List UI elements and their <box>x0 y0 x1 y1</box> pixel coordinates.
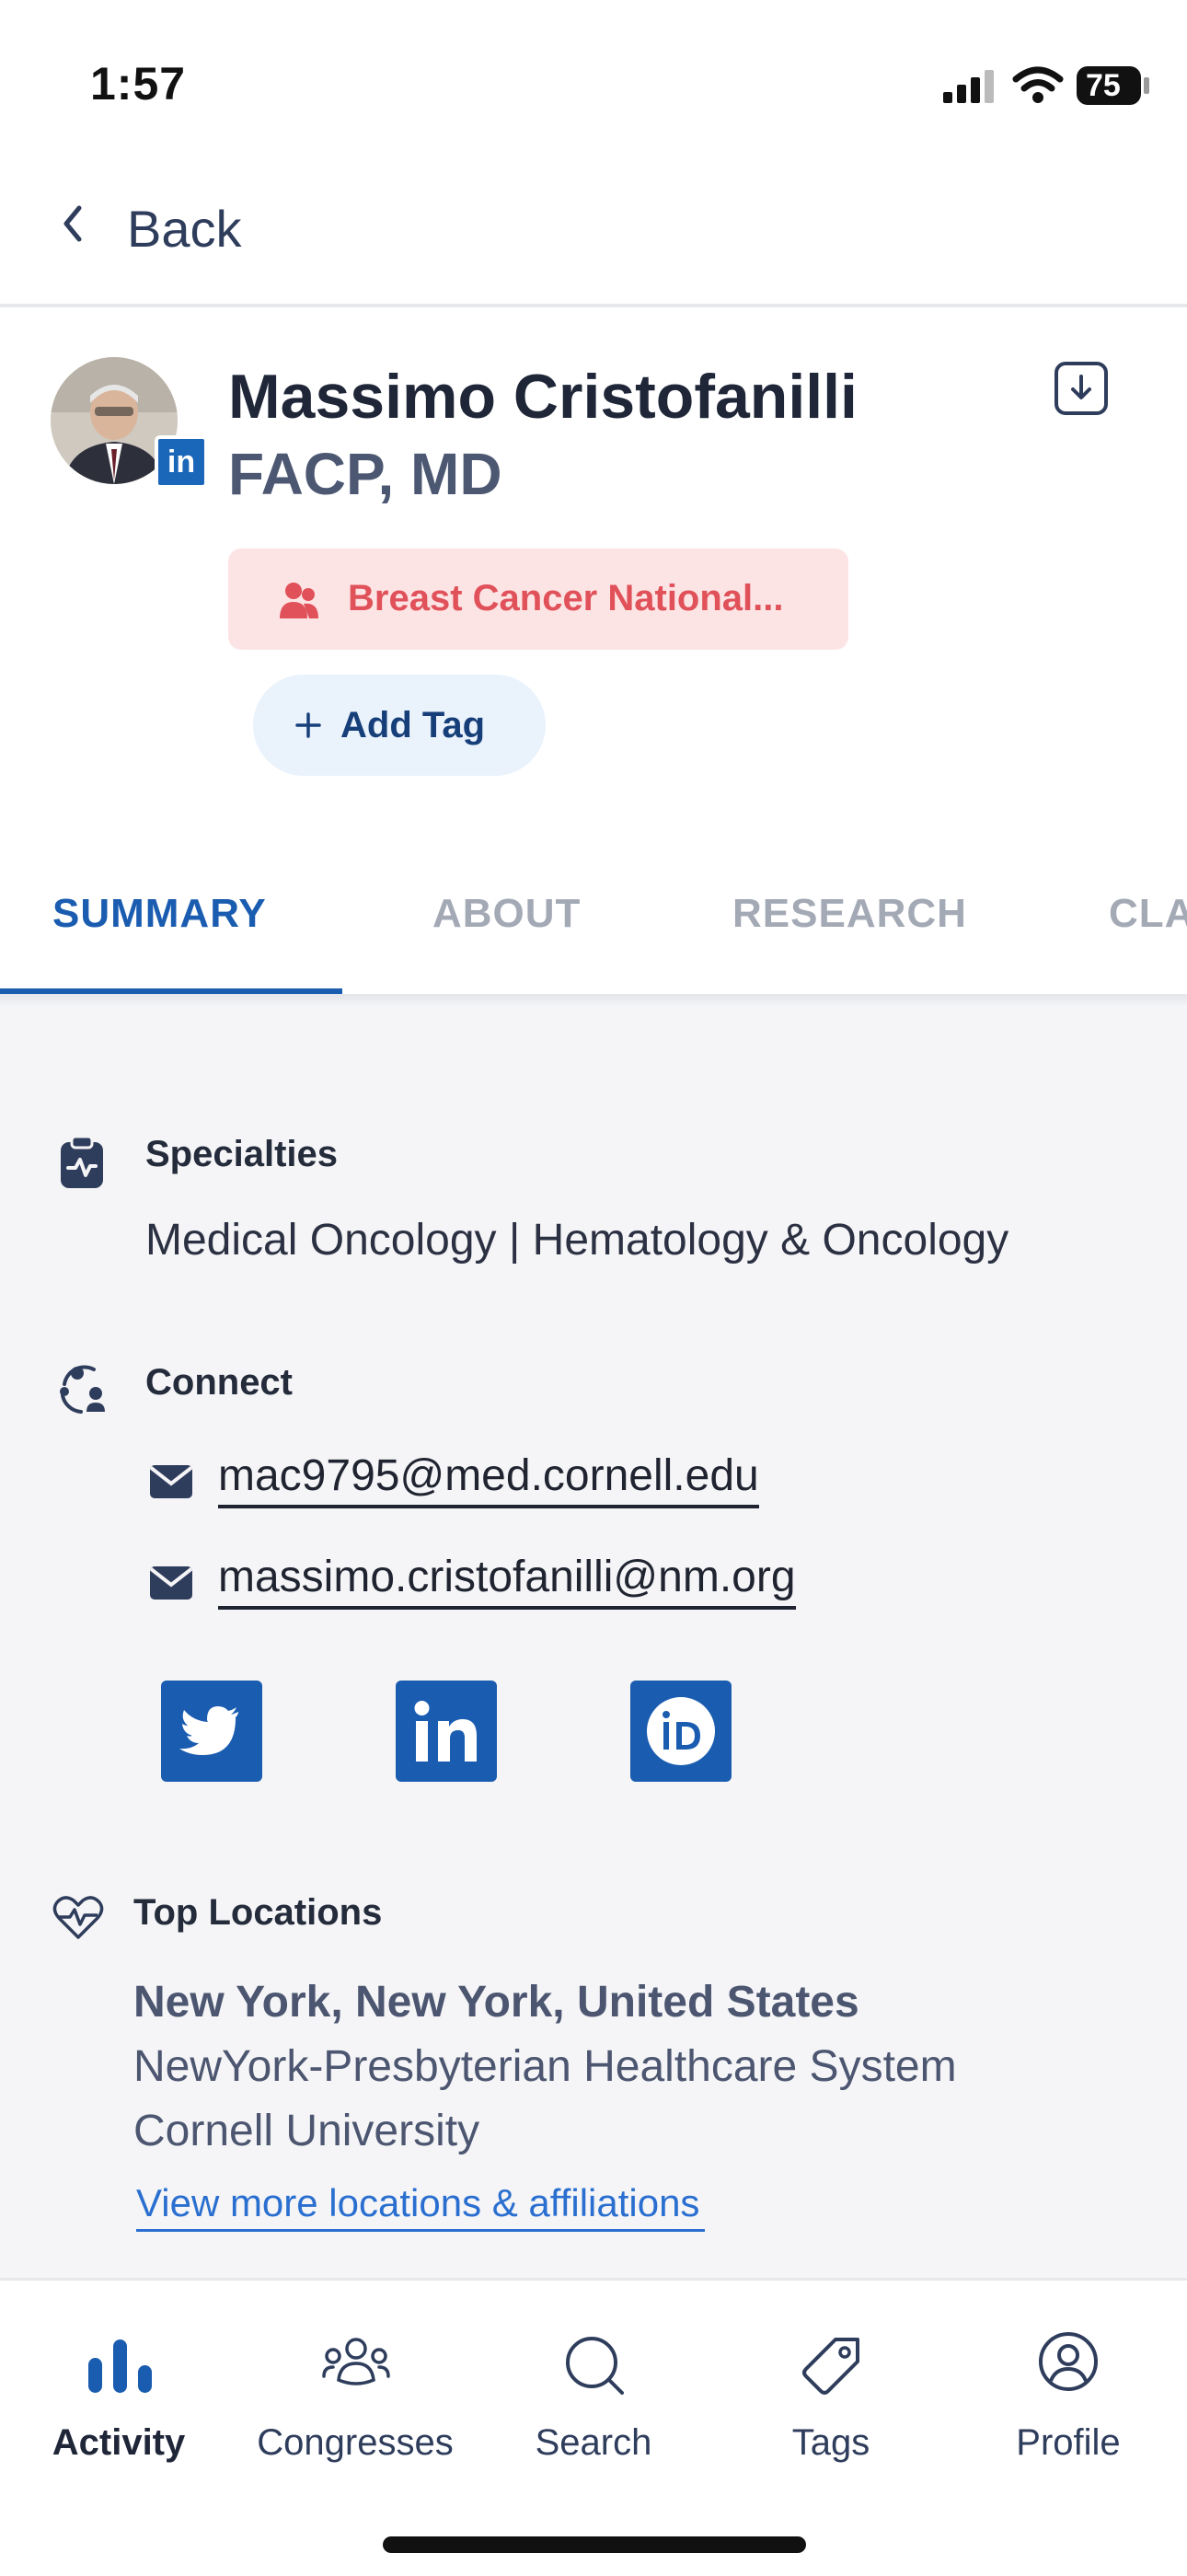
email-link[interactable]: mac9795@med.cornell.edu <box>218 1450 759 1508</box>
affiliation-item: NewYork-Presbyterian Healthcare System <box>133 2042 957 2091</box>
tag-icon[interactable] <box>801 2336 861 2397</box>
tab-about[interactable]: ABOUT <box>432 891 581 937</box>
email-icon <box>150 1465 192 1498</box>
chevron-left-icon[interactable] <box>57 201 90 247</box>
tab-research[interactable]: RESEARCH <box>732 891 967 937</box>
add-tag-label[interactable]: Add Tag <box>340 705 485 746</box>
profile-icon[interactable] <box>1037 2330 1100 2393</box>
nav-tags[interactable]: Tags <box>725 2422 937 2464</box>
home-indicator <box>383 2536 806 2553</box>
specialties-title: Specialties <box>145 1134 339 1174</box>
tabs-shadow <box>0 994 1187 1007</box>
group-icon <box>280 583 318 618</box>
battery-level: 75 <box>1086 68 1121 103</box>
nav-congresses[interactable]: Congresses <box>249 2422 461 2464</box>
orcid-button[interactable] <box>630 1681 732 1782</box>
twitter-button[interactable] <box>161 1681 262 1782</box>
orcid-icon <box>647 1697 715 1765</box>
profile-name: Massimo Cristofanilli <box>228 362 858 432</box>
primary-location: New York, New York, United States <box>133 1978 859 2027</box>
wifi-icon <box>1012 66 1064 103</box>
linkedin-button[interactable] <box>396 1681 497 1782</box>
cellular-signal-icon <box>943 70 994 103</box>
profile-credentials: FACP, MD <box>228 441 502 507</box>
nav-activity[interactable]: Activity <box>13 2422 225 2464</box>
plus-icon <box>295 712 321 738</box>
activity-icon[interactable] <box>86 2338 155 2395</box>
search-icon[interactable] <box>563 2334 628 2398</box>
heart-pulse-icon <box>52 1896 104 1939</box>
back-label[interactable]: Back <box>127 199 242 259</box>
nav-search[interactable]: Search <box>488 2422 699 2464</box>
battery-cap <box>1144 77 1149 94</box>
twitter-icon <box>179 1706 238 1755</box>
battery-icon: 75 <box>1077 66 1141 105</box>
tab-summary[interactable]: SUMMARY <box>52 891 267 937</box>
linkedin-icon <box>414 1701 477 1762</box>
download-button[interactable] <box>1054 362 1108 415</box>
header-divider <box>0 304 1187 307</box>
congresses-icon[interactable] <box>320 2336 392 2393</box>
affiliation-item: Cornell University <box>133 2107 480 2155</box>
connect-title: Connect <box>145 1362 293 1403</box>
download-icon <box>1071 375 1091 399</box>
email-link[interactable]: massimo.cristofanilli@nm.org <box>218 1552 796 1610</box>
nav-profile[interactable]: Profile <box>962 2422 1174 2464</box>
status-time: 1:57 <box>90 58 187 110</box>
tab-claims[interactable]: CLA <box>1109 891 1187 937</box>
active-tab-indicator <box>0 988 342 994</box>
organization-tag-label[interactable]: Breast Cancer National... <box>348 578 784 619</box>
email-icon <box>150 1566 192 1600</box>
linkedin-badge-icon: in <box>155 435 208 489</box>
connect-icon <box>60 1365 105 1414</box>
specialties-value: Medical Oncology | Hematology & Oncology <box>145 1216 1009 1265</box>
top-locations-title: Top Locations <box>133 1892 383 1933</box>
view-more-locations-link[interactable]: View more locations & affiliations <box>136 2181 706 2232</box>
clipboard-icon <box>61 1135 103 1188</box>
